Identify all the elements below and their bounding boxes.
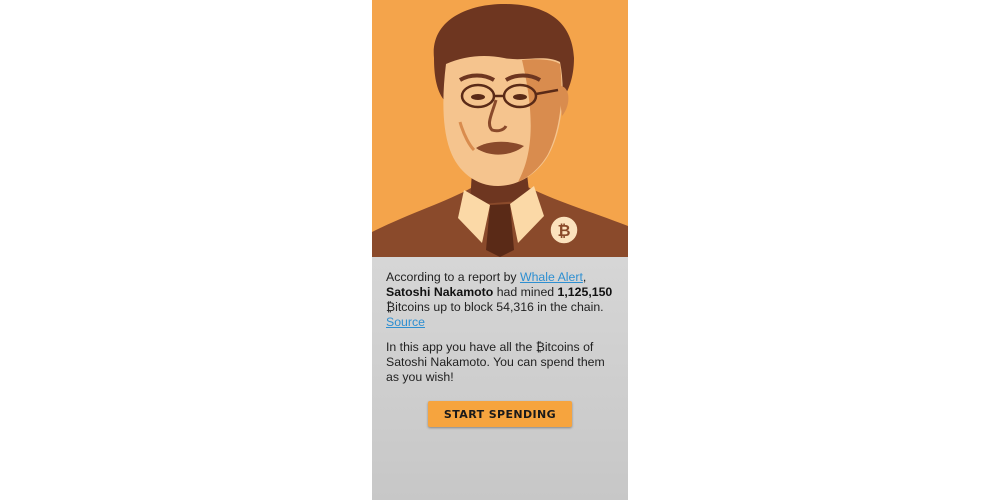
intro-paragraph: According to a report by Whale Alert, Sa… bbox=[386, 270, 618, 330]
start-spending-button[interactable]: START SPENDING bbox=[428, 401, 572, 427]
intro-suffix: ₿itcoins up to block 54,316 in the chain… bbox=[386, 300, 604, 314]
bitcoin-badge-symbol: ₿ bbox=[557, 222, 570, 240]
description-paragraph: In this app you have all the ₿itcoins of… bbox=[386, 340, 605, 384]
mined-text: had mined bbox=[493, 285, 558, 299]
intro-comma: , bbox=[582, 270, 587, 284]
content-area: According to a report by Whale Alert, Sa… bbox=[386, 270, 618, 395]
satoshi-portrait: ₿ bbox=[372, 0, 628, 257]
bitcoin-badge-icon: ₿ bbox=[549, 215, 579, 245]
portrait-illustration: ₿ bbox=[372, 0, 628, 257]
whale-alert-link[interactable]: Whale Alert bbox=[520, 270, 583, 284]
source-link[interactable]: Source bbox=[386, 315, 425, 329]
app-screen: ₿ According to a report by Whale Alert, … bbox=[372, 0, 628, 500]
mined-amount: 1,125,150 bbox=[557, 285, 613, 299]
intro-prefix: According to a report by bbox=[386, 270, 520, 284]
person-name: Satoshi Nakamoto bbox=[386, 285, 494, 299]
